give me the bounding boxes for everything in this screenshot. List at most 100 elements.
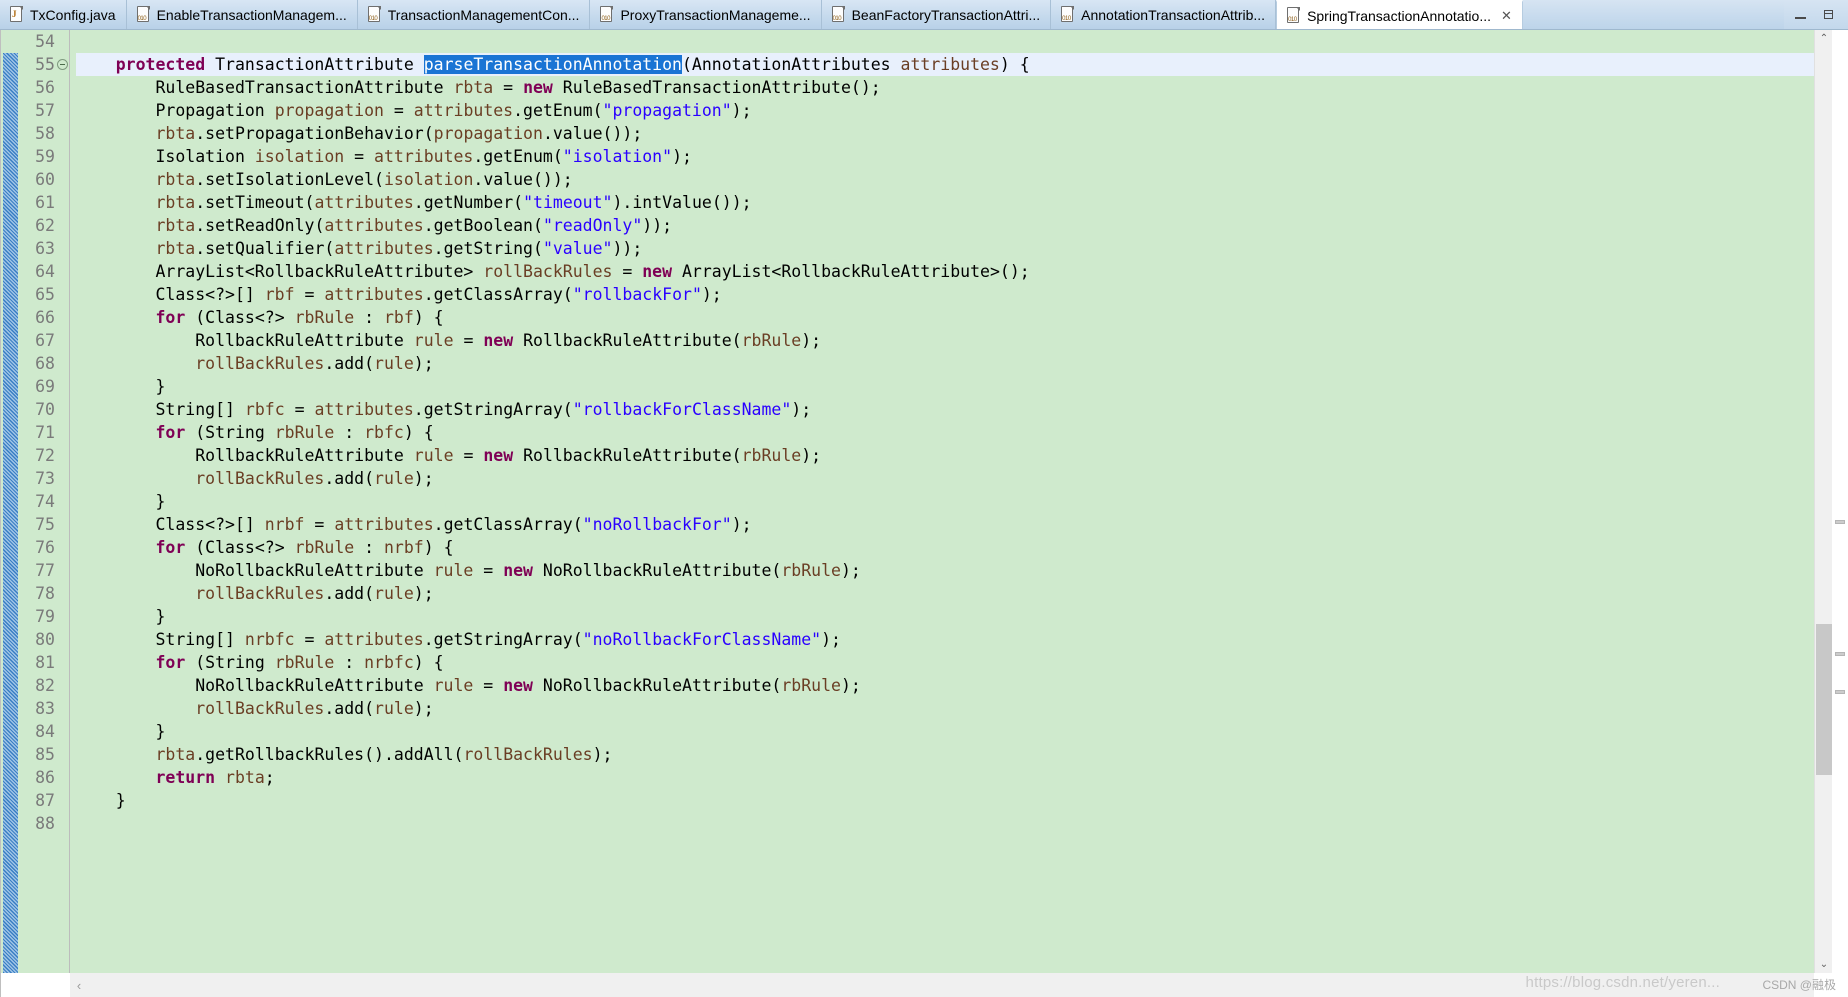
minimize-icon[interactable]	[1794, 8, 1808, 22]
editor-tab-3[interactable]: 010 ProxyTransactionManageme...	[590, 0, 822, 29]
line-number: 58	[35, 124, 55, 143]
editor-tab-label: TransactionManagementCon...	[387, 6, 580, 23]
code-token: Class<?>[]	[76, 285, 265, 304]
code-token: );	[672, 147, 692, 166]
horizontal-scrollbar[interactable]: ‹	[70, 973, 1814, 997]
code-editor[interactable]: 54 55 56 57 58 59 60 61 62 63 64 65 66 67 68 69 70 71 72 73…	[0, 30, 1814, 973]
code-token: new	[642, 262, 673, 281]
restore-icon[interactable]	[1822, 8, 1836, 22]
code-line[interactable]: Class<?>[] rbf = attributes.getClassArra…	[76, 283, 1814, 306]
overview-marker[interactable]	[1835, 652, 1845, 657]
code-line[interactable]: rollBackRules.add(rule);	[76, 582, 1814, 605]
code-line[interactable]: ArrayList<RollbackRuleAttribute> rollBac…	[76, 260, 1814, 283]
scroll-left-icon[interactable]: ‹	[70, 973, 88, 997]
code-line[interactable]: rollBackRules.add(rule);	[76, 467, 1814, 490]
code-token: rbf	[384, 308, 414, 327]
code-token: .setReadOnly(	[195, 216, 325, 235]
scroll-down-icon[interactable]: ⌄	[1815, 956, 1833, 973]
code-token: );	[413, 469, 434, 488]
scroll-up-icon[interactable]: ⌃	[1815, 30, 1833, 47]
code-token: .value());	[542, 124, 643, 143]
code-token: "value"	[542, 239, 613, 258]
editor-tab-2[interactable]: 010 TransactionManagementCon...	[357, 0, 591, 29]
code-line[interactable]: protected TransactionAttribute parseTran…	[76, 53, 1814, 76]
overview-marker[interactable]	[1835, 690, 1845, 695]
code-token: rollBackRules	[195, 469, 325, 488]
code-token: RollbackRuleAttribute	[76, 446, 414, 465]
code-token: .getRollbackRules().addAll(	[195, 745, 464, 764]
code-token: =	[383, 101, 414, 120]
code-line[interactable]: for (Class<?> rbRule : nrbf) {	[76, 536, 1814, 559]
code-line[interactable]: rbta.setQualifier(attributes.getString("…	[76, 237, 1814, 260]
code-line[interactable]: rollBackRules.add(rule);	[76, 697, 1814, 720]
code-line[interactable]: }	[76, 375, 1814, 398]
code-token: TransactionAttribute	[205, 55, 424, 74]
code-token: isolation	[254, 147, 345, 166]
code-token: ) {	[423, 538, 454, 557]
tab-close-icon[interactable]: ✕	[1501, 9, 1512, 22]
code-line[interactable]: rollBackRules.add(rule);	[76, 352, 1814, 375]
code-line[interactable]: rbta.getRollbackRules().addAll(rollBackR…	[76, 743, 1814, 766]
code-line[interactable]: return rbta;	[76, 766, 1814, 789]
code-text-area[interactable]: protected TransactionAttribute parseTran…	[70, 30, 1814, 973]
code-token: }	[76, 492, 166, 511]
editor-body: 54 55 56 57 58 59 60 61 62 63 64 65 66 67 68 69 70 71 72 73…	[0, 30, 1848, 973]
code-line[interactable]: String[] nrbfc = attributes.getStringArr…	[76, 628, 1814, 651]
editor-tab-6[interactable]: 010 SpringTransactionAnnotatio... ✕	[1276, 0, 1523, 29]
code-token: .getNumber(	[413, 193, 524, 212]
code-line[interactable]: rbta.setPropagationBehavior(propagation.…	[76, 122, 1814, 145]
code-token: =	[453, 446, 484, 465]
code-line[interactable]: for (Class<?> rbRule : rbf) {	[76, 306, 1814, 329]
code-line[interactable]: Propagation propagation = attributes.get…	[76, 99, 1814, 122]
code-token: protected	[115, 55, 206, 74]
editor-tab-4[interactable]: 010 BeanFactoryTransactionAttri...	[821, 0, 1052, 29]
code-line[interactable]: rbta.setTimeout(attributes.getNumber("ti…	[76, 191, 1814, 214]
code-line[interactable]: String[] rbfc = attributes.getStringArra…	[76, 398, 1814, 421]
code-line[interactable]: rbta.setReadOnly(attributes.getBoolean("…	[76, 214, 1814, 237]
code-token: .setQualifier(	[195, 239, 335, 258]
code-line[interactable]: }	[76, 605, 1814, 628]
line-number: 69	[35, 377, 55, 396]
code-line[interactable]: Class<?>[] nrbf = attributes.getClassArr…	[76, 513, 1814, 536]
code-token: =	[473, 561, 504, 580]
editor-tab-5[interactable]: 010 AnnotationTransactionAttrib...	[1051, 0, 1277, 29]
fold-collapse-icon[interactable]	[57, 59, 68, 70]
line-number: 63	[35, 239, 55, 258]
code-token: );	[731, 515, 752, 534]
code-line[interactable]: RollbackRuleAttribute rule = new Rollbac…	[76, 329, 1814, 352]
code-token: :	[334, 653, 365, 672]
code-line[interactable]: for (String rbRule : rbfc) {	[76, 421, 1814, 444]
code-line[interactable]: RuleBasedTransactionAttribute rbta = new…	[76, 76, 1814, 99]
code-line[interactable]: RollbackRuleAttribute rule = new Rollbac…	[76, 444, 1814, 467]
line-number: 60	[35, 170, 55, 189]
overview-marker[interactable]	[1835, 520, 1845, 525]
editor-tab-0[interactable]: J TxConfig.java	[0, 0, 127, 29]
code-line[interactable]	[76, 30, 1814, 53]
code-line[interactable]: }	[76, 490, 1814, 513]
vertical-scrollbar[interactable]: ⌃ ⌄	[1814, 30, 1832, 973]
overview-ruler[interactable]	[1832, 30, 1848, 973]
code-line[interactable]: Isolation isolation = attributes.getEnum…	[76, 145, 1814, 168]
code-line[interactable]: NoRollbackRuleAttribute rule = new NoRol…	[76, 674, 1814, 697]
line-number: 76	[35, 538, 55, 557]
code-token: rollBackRules	[195, 584, 325, 603]
editor-tab-1[interactable]: 010 EnableTransactionManagem...	[126, 0, 358, 29]
line-number: 85	[35, 745, 55, 764]
code-line[interactable]: }	[76, 720, 1814, 743]
code-token: nrbfc	[244, 630, 295, 649]
code-line[interactable]: rbta.setIsolationLevel(isolation.value()…	[76, 168, 1814, 191]
line-number: 75	[35, 515, 55, 534]
line-number-gutter: 54 55 56 57 58 59 60 61 62 63 64 65 66 67 68 69 70 71 72 73…	[18, 30, 70, 973]
code-line[interactable]: }	[76, 789, 1814, 812]
code-line[interactable]: NoRollbackRuleAttribute rule = new NoRol…	[76, 559, 1814, 582]
tab-bar-spacer	[1523, 0, 1784, 29]
code-token: rbRule	[274, 423, 335, 442]
code-token: ) {	[413, 308, 444, 327]
vertical-scroll-thumb[interactable]	[1816, 624, 1832, 775]
code-line[interactable]: for (String rbRule : nrbfc) {	[76, 651, 1814, 674]
code-line[interactable]	[76, 812, 1814, 835]
code-token: ArrayList<RollbackRuleAttribute>	[76, 262, 484, 281]
